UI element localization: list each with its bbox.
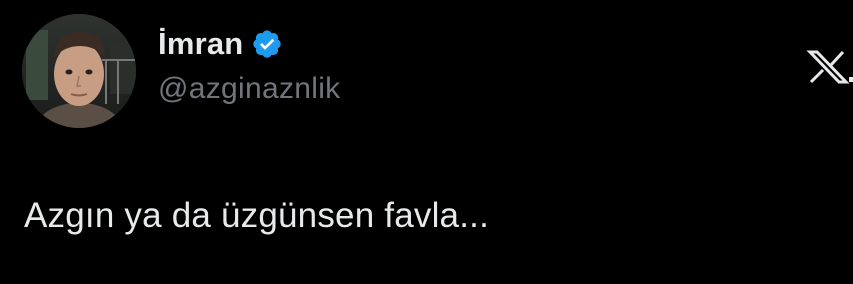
- verified-badge-icon: [251, 28, 283, 60]
- author-display-name[interactable]: İmran: [158, 26, 243, 62]
- author-name-row[interactable]: İmran: [158, 24, 283, 64]
- avatar[interactable]: [22, 14, 136, 128]
- profile-photo: [22, 14, 136, 128]
- tweet-text: Azgın ya da üzgünsen favla...: [24, 196, 489, 235]
- x-logo-icon[interactable]: [806, 48, 853, 86]
- author-handle[interactable]: @azginaznlik: [158, 72, 340, 106]
- tweet-card: İmran @azginaznlik Azgın ya da üzgünsen …: [0, 0, 853, 284]
